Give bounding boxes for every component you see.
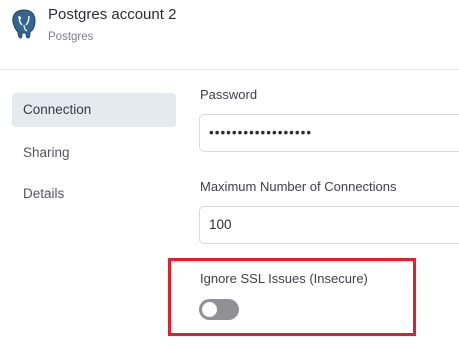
page-title: Postgres account 2 (48, 6, 177, 23)
sidebar-item-details[interactable]: Details (12, 177, 176, 211)
credential-header: Postgres account 2 Postgres (0, 0, 459, 70)
password-field[interactable]: •••••••••••••••••• (199, 114, 459, 152)
sidebar-item-sharing[interactable]: Sharing (12, 136, 176, 170)
credential-settings-page: Postgres account 2 Postgres Connection S… (0, 0, 459, 349)
max-connections-label: Maximum Number of Connections (200, 179, 397, 194)
highlight-box (168, 258, 416, 336)
sidebar-item-connection[interactable]: Connection (12, 93, 176, 127)
password-label: Password (200, 87, 258, 102)
page-subtitle: Postgres (48, 31, 94, 43)
max-connections-field[interactable]: 100 (199, 206, 459, 244)
postgresql-elephant-icon (12, 9, 36, 39)
